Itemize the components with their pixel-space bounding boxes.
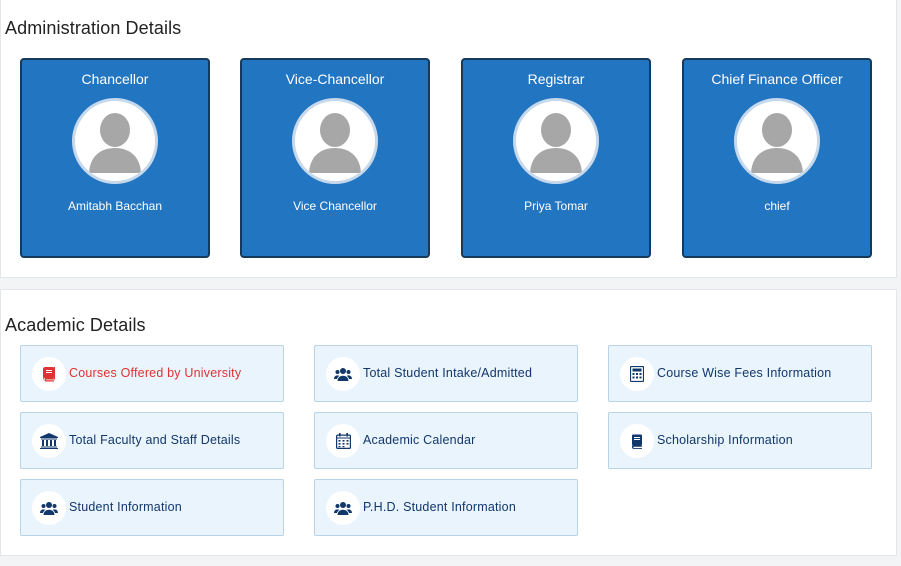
tile-label: Scholarship Information — [657, 433, 793, 447]
tile-label: Academic Calendar — [363, 433, 476, 447]
tile-course-wise-fees[interactable]: Course Wise Fees Information — [608, 345, 872, 402]
users-icon — [326, 491, 360, 525]
tile-label: Course Wise Fees Information — [657, 366, 832, 380]
avatar-placeholder-icon — [72, 98, 158, 184]
card-person-name: Vice Chancellor — [293, 199, 377, 213]
bank-icon — [32, 424, 66, 458]
academic-panel: Academic Details Courses Offered by Univ… — [0, 289, 897, 556]
tile-student-information[interactable]: Student Information — [20, 479, 284, 536]
avatar-placeholder-icon — [513, 98, 599, 184]
card-role: Chief Finance Officer — [711, 71, 843, 87]
admin-card-chancellor[interactable]: Chancellor Amitabh Bacchan — [20, 58, 210, 258]
card-role: Vice-Chancellor — [285, 71, 385, 87]
administration-panel: Administration Details Chancellor Amitab… — [0, 0, 897, 278]
tile-label: Total Faculty and Staff Details — [69, 433, 241, 447]
tile-label: Courses Offered by University — [69, 366, 242, 380]
tile-courses-offered[interactable]: Courses Offered by University — [20, 345, 284, 402]
admin-card-registrar[interactable]: Registrar Priya Tomar — [461, 58, 651, 258]
tile-scholarship-information[interactable]: Scholarship Information — [608, 412, 872, 469]
administration-title: Administration Details — [5, 18, 182, 38]
book-icon — [32, 357, 66, 391]
book-icon — [620, 424, 654, 458]
avatar-placeholder-icon — [292, 98, 378, 184]
tile-label: Student Information — [69, 500, 182, 514]
users-icon — [326, 357, 360, 391]
card-role: Chancellor — [81, 71, 149, 87]
avatar-placeholder-icon — [734, 98, 820, 184]
calendar-icon — [326, 424, 360, 458]
card-person-name: Priya Tomar — [524, 199, 588, 213]
tile-total-student-intake[interactable]: Total Student Intake/Admitted — [314, 345, 578, 402]
admin-card-vice-chancellor[interactable]: Vice-Chancellor Vice Chancellor — [240, 58, 430, 258]
admin-card-chief-finance-officer[interactable]: Chief Finance Officer chief — [682, 58, 872, 258]
card-role: Registrar — [527, 71, 585, 87]
card-person-name: Amitabh Bacchan — [67, 199, 163, 213]
tile-label: P.H.D. Student Information — [363, 500, 516, 514]
tile-phd-student-information[interactable]: P.H.D. Student Information — [314, 479, 578, 536]
calculator-icon — [620, 357, 654, 391]
academic-title: Academic Details — [5, 315, 146, 335]
card-person-name: chief — [764, 199, 790, 213]
tile-total-faculty-staff[interactable]: Total Faculty and Staff Details — [20, 412, 284, 469]
tile-academic-calendar[interactable]: Academic Calendar — [314, 412, 578, 469]
users-icon — [32, 491, 66, 525]
tile-label: Total Student Intake/Admitted — [363, 366, 533, 380]
